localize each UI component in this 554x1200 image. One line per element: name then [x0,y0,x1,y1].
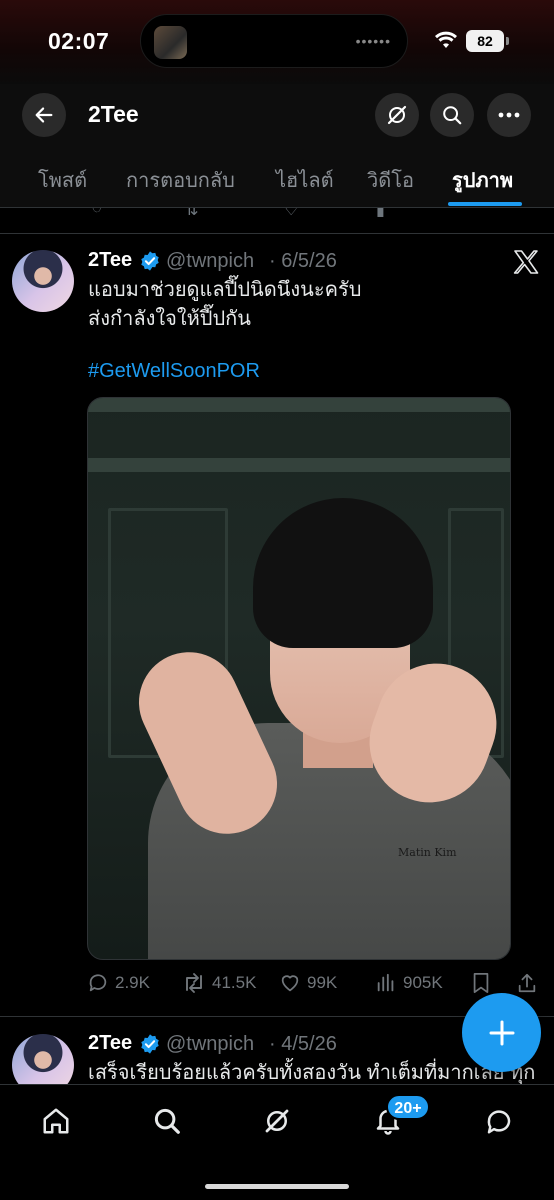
author-handle[interactable]: @twnpich [166,1033,254,1056]
more-button[interactable] [487,93,531,137]
tweet-photo[interactable]: Matin Kim [87,397,511,960]
chat-bubble-icon [487,1110,511,1134]
bookmark-icon [473,972,489,994]
share-icon [518,973,536,993]
verified-badge-icon [141,1034,159,1054]
battery-indicator: 82 [466,30,504,52]
nav-grok[interactable] [255,1099,299,1143]
reply-icon: ◌ [92,208,102,217]
grok-button[interactable] [375,93,419,137]
bottom-navigation [0,1084,554,1200]
like-icon: ♡ [284,208,299,219]
shirt-logo-text: Matin Kim [398,846,457,859]
grok-icon [265,1109,289,1133]
author-name[interactable]: 2Tee [88,249,132,272]
status-bar: 02:07 •••••• 82 [0,0,554,84]
reply-button[interactable]: 2.9K [87,972,150,994]
repost-icon [186,973,202,993]
views-count: 905K [403,973,443,992]
like-button[interactable]: 99K [279,972,337,994]
wifi-icon [435,31,457,48]
tab-videos[interactable]: วิดีโอ [367,164,414,196]
author-name[interactable]: 2Tee [88,1032,132,1055]
reply-icon [89,974,107,992]
tweet-text-line: แอบมาช่วยดูแลปี๊ปนิดนึงนะครับ [88,279,362,301]
post-date: · 6/5/26 [269,250,337,272]
repost-button[interactable]: 41.5K [182,972,256,994]
photo-ledge [88,398,510,412]
tweet-actions: 2.9K 41.5K 99K 905K [87,972,542,1002]
status-time: 02:07 [48,28,110,54]
profile-tabs: โพสต์ การตอบกลับ ไฮไลต์ วิดีโอ รูปภาพ [0,146,554,208]
now-playing-thumbnail [154,26,187,59]
home-icon [43,1108,69,1134]
plus-icon [489,1020,514,1045]
photo-hair [253,498,433,648]
back-button[interactable] [22,93,66,137]
repost-count: 41.5K [212,973,257,992]
nav-search[interactable] [145,1099,189,1143]
verified-badge-icon [141,251,159,271]
views-icon: ▮ [376,208,385,219]
more-dots-icon [498,112,520,118]
tab-highlights[interactable]: ไฮไลต์ [276,164,334,196]
profile-header: 2Tee [0,84,554,146]
x-logo-icon [513,250,539,274]
views-button[interactable]: 905K [375,972,443,994]
post-date: · 4/5/26 [269,1033,337,1055]
dynamic-island[interactable]: •••••• [140,14,408,68]
search-icon [443,106,462,125]
previous-post-actions: ◌ ⇅ ♡ ▮ [0,208,554,234]
active-tab-indicator [448,202,522,206]
tab-posts[interactable]: โพสต์ [38,164,87,196]
bookmark-button[interactable] [471,972,491,994]
tab-photos[interactable]: รูปภาพ [452,164,513,196]
search-icon [154,1108,180,1134]
page-title: 2Tee [88,101,139,127]
hashtag-link[interactable]: #GetWellSoonPOR [88,360,260,383]
tab-replies[interactable]: การตอบกลับ [126,164,235,196]
views-chart-icon [377,973,394,992]
search-button[interactable] [430,93,474,137]
tweet-text-line: ส่งกำลังใจให้ปี๊ปกัน [88,308,251,330]
reply-count: 2.9K [115,973,150,992]
nav-messages[interactable] [477,1099,521,1143]
like-count: 99K [307,973,338,992]
share-button[interactable] [517,972,537,994]
compose-post-button[interactable] [462,993,541,1072]
grok-icon [387,105,407,125]
battery-cap [506,37,509,45]
nav-home[interactable] [34,1099,78,1143]
photo-ledge [88,458,510,472]
heart-icon [281,975,299,992]
audio-wave-icon: •••••• [355,33,391,49]
author-handle[interactable]: @twnpich [166,250,254,273]
avatar[interactable] [12,250,74,312]
notifications-badge: 20+ [386,1094,430,1120]
repost-icon: ⇅ [185,208,199,219]
arrow-left-icon [35,107,53,123]
home-indicator[interactable] [205,1184,349,1189]
